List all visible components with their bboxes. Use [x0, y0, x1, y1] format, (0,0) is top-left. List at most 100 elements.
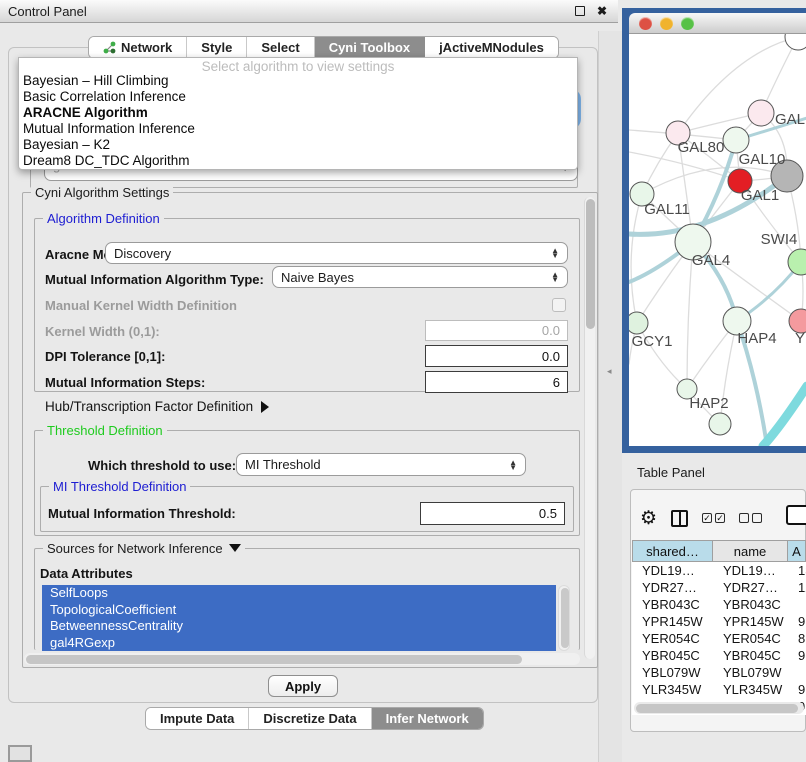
which-threshold-combo[interactable]: MI Threshold ▲▼	[236, 453, 526, 476]
columns-icon[interactable]	[671, 510, 688, 527]
column-header-name[interactable]: name	[713, 540, 788, 562]
scrollbar-thumb[interactable]	[586, 199, 595, 329]
control-panel-title: Control Panel	[8, 4, 87, 19]
table-header-row: shared…nameA	[632, 540, 806, 562]
node-label: Y	[795, 330, 805, 347]
tab-select[interactable]: Select	[247, 37, 314, 58]
data-attributes-label: Data Attributes	[40, 566, 133, 581]
hub-definition-label: Hub/Transcription Factor Definition	[45, 399, 253, 414]
zoom-traffic-light-icon[interactable]	[681, 17, 694, 30]
network-graph: GALGAL80GAL10GAL1GAL11GAL4SWI4GCY1HAP4YH…	[629, 34, 806, 446]
table-row[interactable]: YBR043CYBR043C	[632, 596, 806, 613]
algorithm-option[interactable]: Bayesian – Hill Climbing	[19, 73, 577, 89]
cyni-settings-title: Cyni Algorithm Settings	[31, 185, 173, 200]
minimize-traffic-light-icon[interactable]	[660, 17, 673, 30]
manual-kernel-checkbox[interactable]	[552, 298, 566, 312]
algorithm-option[interactable]: Basic Correlation Inference	[19, 89, 577, 105]
attributes-scrollbar[interactable]	[558, 585, 570, 651]
algorithm-option[interactable]: Dream8 DC_TDC Algorithm	[19, 153, 577, 169]
dpi-tolerance-field[interactable]: 0.0	[425, 345, 568, 367]
table-row[interactable]: YLR345WYLR345W9.	[632, 681, 806, 698]
table-cell	[788, 596, 806, 613]
scrollbar-thumb[interactable]	[561, 588, 569, 648]
table-row[interactable]: YER054CYER054C8.	[632, 630, 806, 647]
apply-button[interactable]: Apply	[268, 675, 338, 697]
tab-cyni-toolbox[interactable]: Cyni Toolbox	[315, 37, 425, 58]
close-traffic-light-icon[interactable]	[639, 17, 652, 30]
table-cell: YLR345W	[713, 681, 788, 698]
algorithm-option[interactable]: Bayesian – K2	[19, 137, 577, 153]
aracne-mode-value: Discovery	[114, 246, 171, 261]
mi-threshold-field[interactable]: 0.5	[420, 502, 565, 525]
sources-group-title[interactable]: Sources for Network Inference	[43, 541, 245, 556]
dpi-tolerance-label: DPI Tolerance [0,1]:	[45, 349, 165, 364]
table-cell: YER054C	[713, 630, 788, 647]
network-node-gal[interactable]	[748, 100, 774, 126]
export-table-icon[interactable]	[786, 505, 806, 525]
table-row[interactable]: YBR045CYBR045C9.	[632, 647, 806, 664]
algorithm-dropdown-popup: Select algorithm to view settings Bayesi…	[18, 57, 578, 170]
kernel-width-field[interactable]: 0.0	[425, 320, 568, 341]
table-toolbar: ⚙ ✓✓	[640, 500, 806, 536]
tab-infer-network[interactable]: Infer Network	[372, 708, 483, 729]
network-node-gal10[interactable]	[723, 127, 749, 153]
network-view-canvas[interactable]: GALGAL80GAL10GAL1GAL11GAL4SWI4GCY1HAP4YH…	[629, 34, 806, 446]
network-node-swi4[interactable]	[788, 249, 806, 275]
scrollbar-thumb[interactable]	[636, 704, 798, 713]
mi-steps-value: 6	[553, 375, 560, 390]
threshold-definition-title: Threshold Definition	[43, 423, 167, 438]
table-row[interactable]: YPR145WYPR145W9.	[632, 613, 806, 630]
algorithm-option[interactable]: Mutual Information Inference	[19, 121, 577, 137]
gear-icon[interactable]: ⚙	[640, 509, 657, 528]
attribute-list-item[interactable]: TopologicalCoefficient	[42, 602, 556, 619]
float-window-icon[interactable]	[572, 3, 588, 19]
algorithm-option[interactable]: ARACNE Algorithm	[19, 105, 577, 121]
attribute-list-item[interactable]: BetweennessCentrality	[42, 618, 556, 635]
node-label: GAL4	[692, 252, 730, 269]
network-node-gcy1[interactable]	[629, 312, 648, 334]
control-panel-tabs: Network StyleSelectCyni ToolboxjActiveMNo…	[88, 36, 559, 59]
settings-vertical-scrollbar[interactable]	[584, 197, 595, 659]
splitter-grip-icon[interactable]: ◂	[607, 366, 612, 377]
cyni-mode-tabs: Impute DataDiscretize DataInfer Network	[145, 707, 484, 730]
network-node[interactable]	[709, 413, 731, 435]
scrollbar-thumb[interactable]	[26, 655, 522, 664]
column-header-a[interactable]: A	[788, 540, 806, 562]
network-node[interactable]	[785, 34, 806, 50]
network-window-titlebar	[629, 13, 806, 34]
table-cell: YDR27…	[713, 579, 788, 596]
panel-splitter[interactable]	[598, 31, 622, 762]
tab-discretize-data[interactable]: Discretize Data	[249, 708, 371, 729]
tab-label: Network	[121, 40, 172, 55]
table-row[interactable]: YDR27…YDR27…12	[632, 579, 806, 596]
collapsed-panel-button[interactable]	[8, 745, 32, 762]
tab-network[interactable]: Network	[89, 37, 187, 58]
attribute-list-item[interactable]: gal4RGexp	[42, 635, 556, 652]
close-window-icon[interactable]: ✖	[594, 3, 610, 19]
node-label: GAL1	[741, 187, 779, 204]
table-row[interactable]: YDL19…YDL19…13	[632, 562, 806, 579]
node-label: HAP4	[737, 330, 776, 347]
expander-arrow-icon	[261, 401, 269, 413]
aracne-mode-combo[interactable]: Discovery ▲▼	[105, 242, 568, 264]
tab-jactivemnodules[interactable]: jActiveMNodules	[425, 37, 558, 58]
table-panel-title: Table Panel	[637, 465, 705, 480]
node-label: GCY1	[632, 333, 673, 350]
tab-impute-data[interactable]: Impute Data	[146, 708, 249, 729]
attribute-list-item[interactable]: SelfLoops	[42, 585, 556, 602]
deselect-all-checks-icon[interactable]	[739, 513, 762, 523]
kernel-width-value: 0.0	[542, 323, 560, 338]
settings-horizontal-scrollbar[interactable]	[24, 653, 580, 665]
hub-definition-expander[interactable]: Hub/Transcription Factor Definition	[45, 399, 269, 414]
mi-type-combo[interactable]: Naive Bayes ▲▼	[272, 266, 568, 288]
table-row[interactable]: YBL079WYBL079W	[632, 664, 806, 681]
table-horizontal-scrollbar[interactable]	[634, 702, 804, 714]
node-label: GAL80	[678, 139, 725, 156]
tab-style[interactable]: Style	[187, 37, 247, 58]
mi-steps-field[interactable]: 6	[425, 371, 568, 393]
select-all-checks-icon[interactable]: ✓✓	[702, 513, 725, 523]
table-cell: 9.	[788, 681, 806, 698]
collapse-arrow-icon	[229, 544, 241, 552]
column-header-shared-[interactable]: shared…	[632, 540, 713, 562]
node-label: GAL	[775, 111, 805, 128]
